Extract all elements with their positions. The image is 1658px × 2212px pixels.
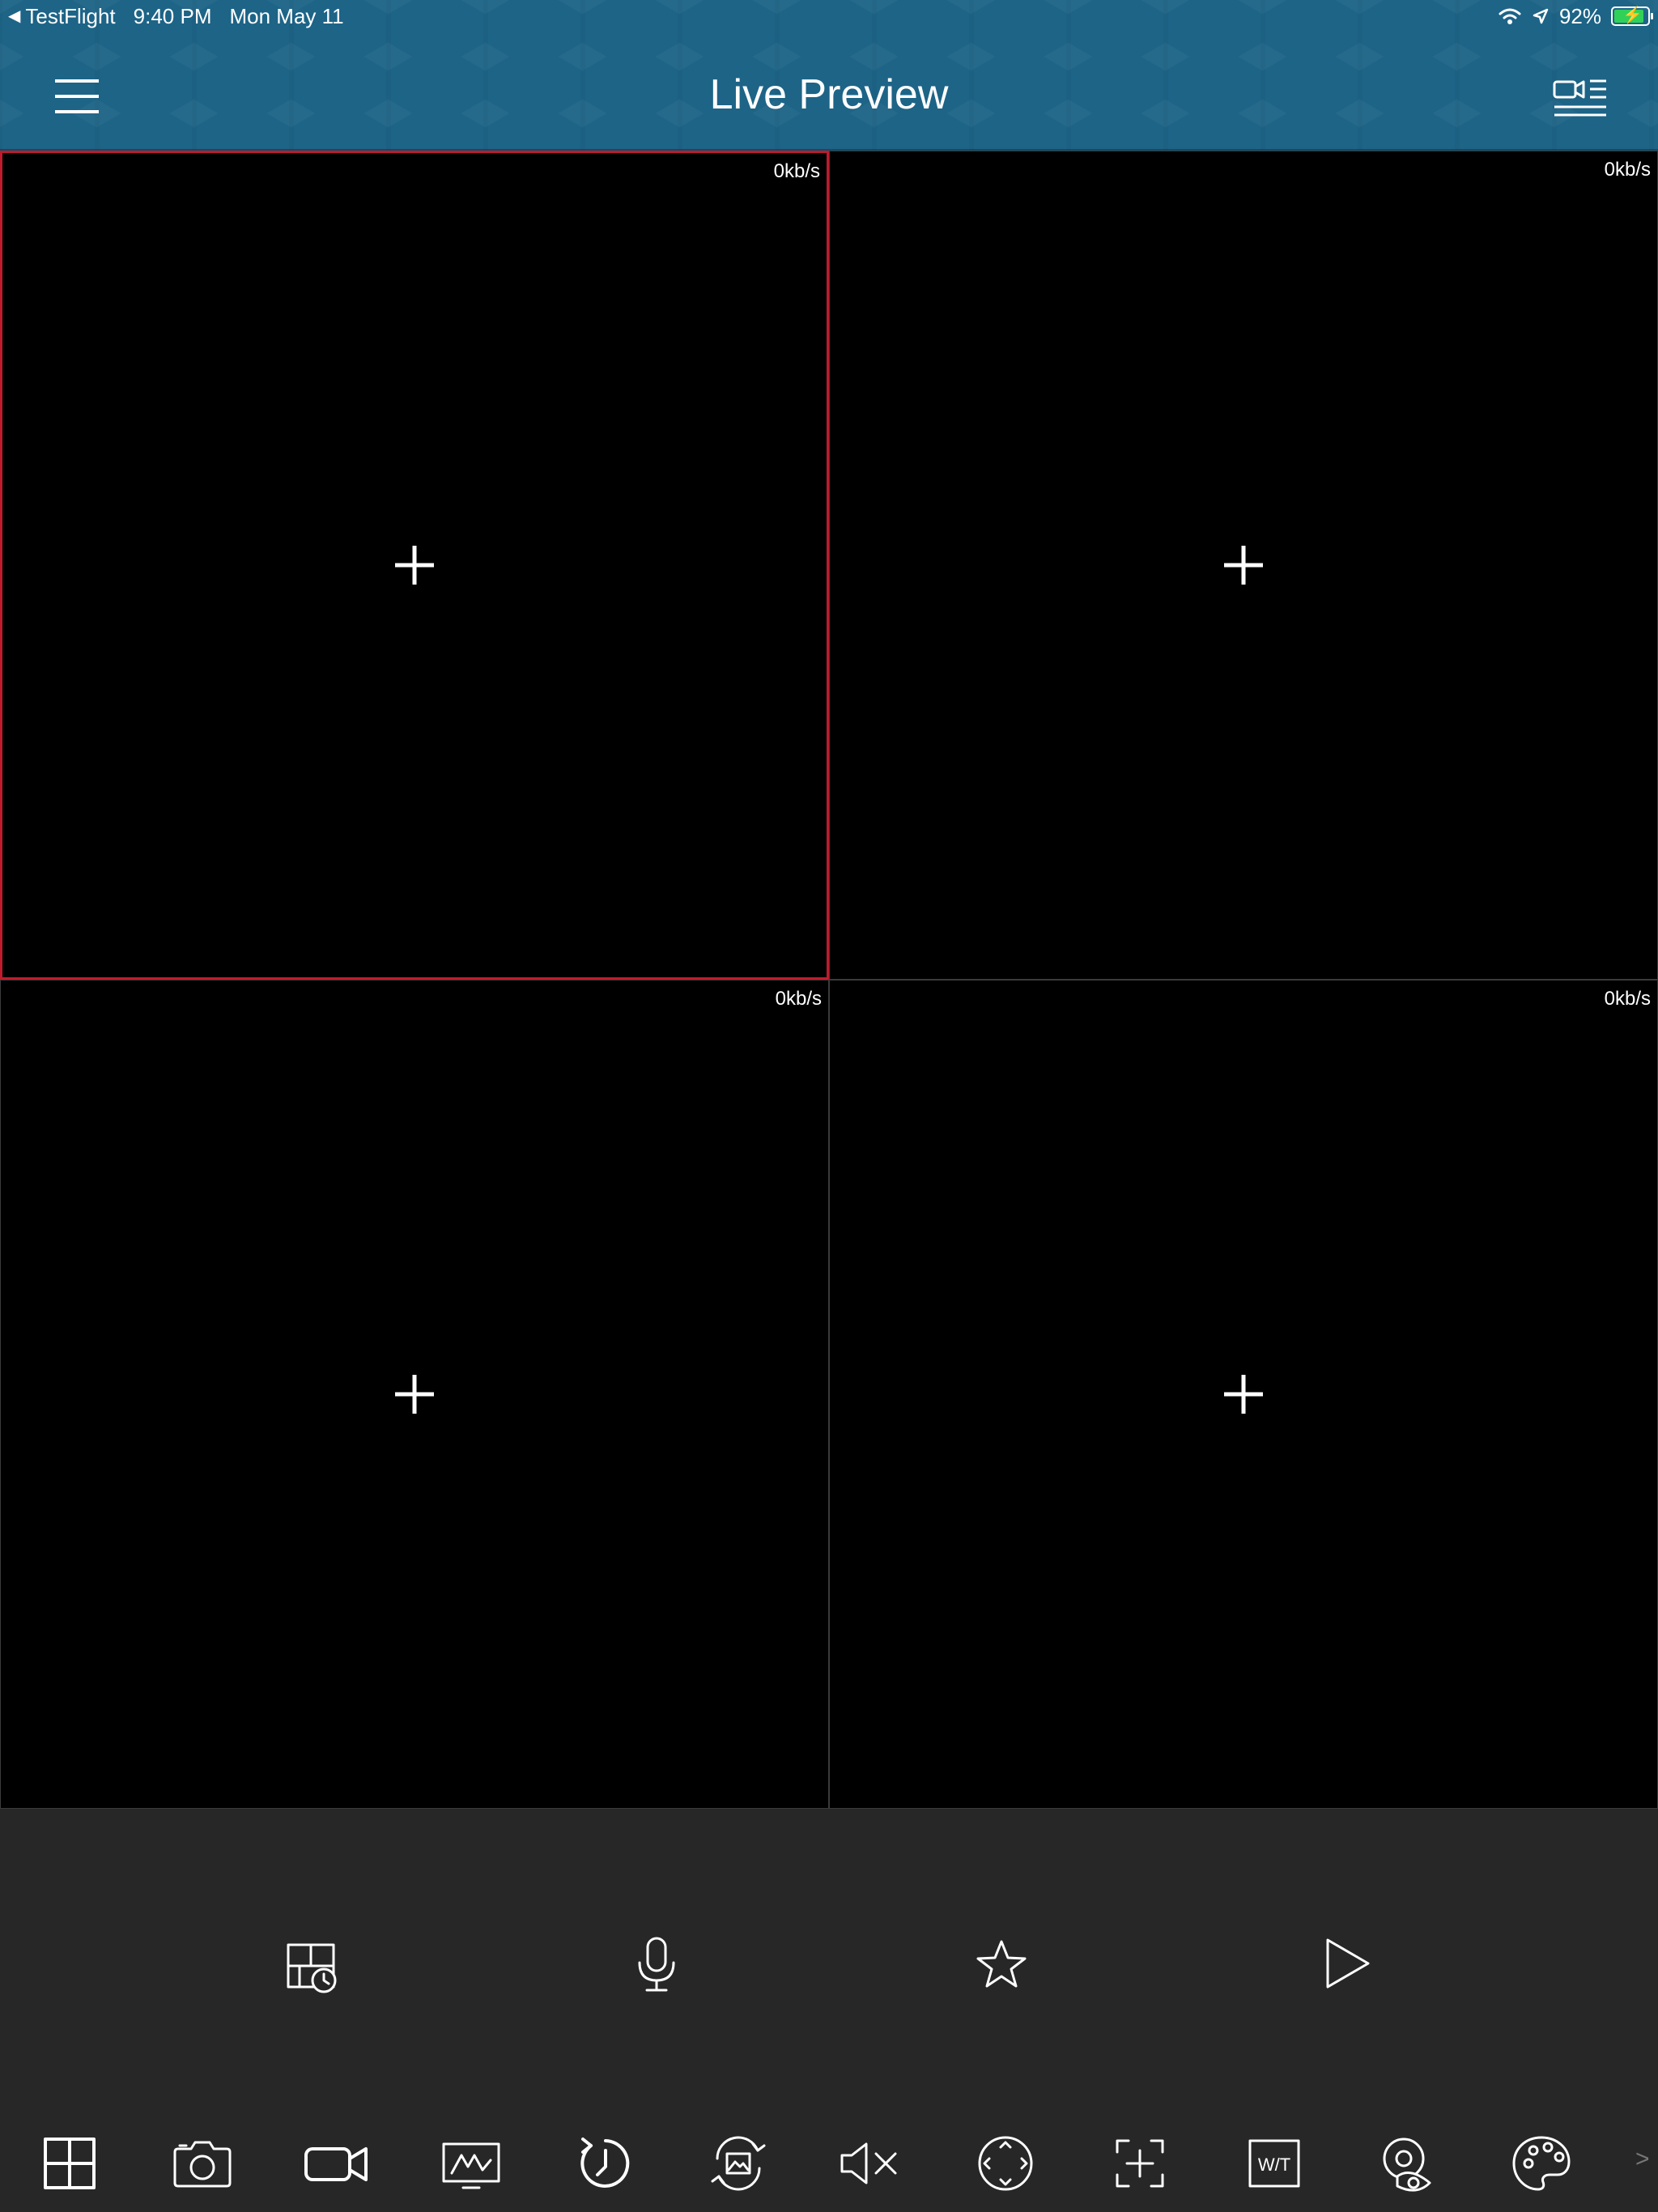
status-date: Mon May 11 (229, 4, 344, 28)
fisheye-button[interactable] (1373, 2129, 1441, 2197)
favorite-star-icon (976, 1940, 1027, 1988)
location-arrow-icon (1533, 8, 1549, 24)
status-right: 92% ⚡ (1488, 0, 1653, 32)
digital-zoom-icon (1116, 2139, 1164, 2188)
playback-schedule-icon (287, 1943, 337, 1993)
ptz-direction-icon (978, 2136, 1033, 2191)
ptz-direction-button[interactable] (971, 2129, 1039, 2197)
bitrate-label: 0kb/s (775, 988, 822, 1010)
back-caret-icon[interactable]: ◀ (8, 0, 20, 32)
add-camera-icon[interactable] (1221, 542, 1266, 588)
wide-tele-text: W/T (1258, 2155, 1290, 2175)
page-title: Live Preview (709, 71, 949, 118)
toolbar-more-chevron-icon[interactable]: > (1635, 2146, 1650, 2173)
fisheye-icon (1383, 2138, 1431, 2192)
camera-cell-1[interactable]: 0kb/s (0, 151, 829, 980)
history-playback-button[interactable] (572, 2129, 640, 2197)
playback-schedule-button[interactable] (274, 1927, 346, 2000)
favorite-button[interactable] (965, 1927, 1038, 2000)
color-palette-icon (1512, 2136, 1571, 2191)
camera-cell-2[interactable]: 0kb/s (829, 151, 1658, 980)
device-list-icon (1553, 79, 1606, 117)
color-palette-button[interactable] (1507, 2129, 1575, 2197)
history-playback-icon (580, 2138, 630, 2188)
wide-tele-icon: W/T (1248, 2139, 1300, 2188)
play-button[interactable] (1310, 1927, 1383, 2000)
split-screen-button[interactable] (36, 2129, 104, 2197)
bitrate-label: 0kb/s (1604, 159, 1651, 181)
wide-tele-button[interactable]: W/T (1240, 2129, 1308, 2197)
stream-quality-button[interactable] (437, 2129, 505, 2197)
status-bar: ◀ TestFlight 9:40 PM Mon May 11 92% ⚡ (0, 0, 1658, 32)
status-time: 9:40 PM (133, 4, 212, 28)
battery-icon: ⚡ (1611, 6, 1653, 26)
charging-bolt-icon: ⚡ (1622, 6, 1643, 24)
stream-quality-icon (442, 2142, 500, 2189)
bitrate-label: 0kb/s (1604, 988, 1651, 1010)
digital-zoom-button[interactable] (1106, 2129, 1174, 2197)
control-row (0, 1927, 1658, 2016)
device-list-button[interactable] (1553, 78, 1609, 120)
camera-grid: 0kb/s 0kb/s 0kb/s 0kb/s (0, 151, 1658, 1809)
image-rotate-button[interactable] (704, 2129, 772, 2197)
back-app-label[interactable]: TestFlight (25, 0, 115, 32)
add-camera-icon[interactable] (392, 1372, 437, 1417)
microphone-button[interactable] (620, 1927, 693, 2000)
camera-cell-4[interactable]: 0kb/s (829, 980, 1658, 1809)
record-button[interactable] (303, 2129, 371, 2197)
image-rotate-icon (711, 2136, 766, 2191)
snapshot-button[interactable] (168, 2129, 236, 2197)
add-camera-icon[interactable] (392, 542, 437, 588)
record-video-icon (304, 2147, 368, 2181)
mute-icon (840, 2142, 897, 2184)
app-header: ◀ TestFlight 9:40 PM Mon May 11 92% ⚡ Li… (0, 0, 1658, 151)
bottom-toolbar: W/T (0, 2121, 1658, 2212)
add-camera-icon[interactable] (1221, 1372, 1266, 1417)
camera-cell-3[interactable]: 0kb/s (0, 980, 829, 1809)
play-icon (1326, 1938, 1370, 1989)
mute-button[interactable] (837, 2129, 905, 2197)
split-screen-icon (44, 2138, 96, 2189)
snapshot-camera-icon (173, 2141, 232, 2188)
wifi-icon (1499, 8, 1521, 24)
microphone-icon (638, 1937, 675, 1992)
status-left: ◀ TestFlight 9:40 PM Mon May 11 (8, 0, 362, 32)
bitrate-label: 0kb/s (773, 160, 820, 182)
battery-percent: 92% (1558, 4, 1601, 28)
